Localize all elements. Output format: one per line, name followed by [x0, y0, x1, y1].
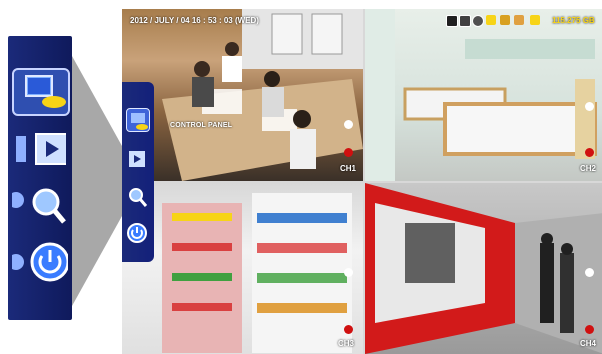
- hospital-scene: [365, 9, 597, 181]
- datetime-display: 2012 / JULY / 04 16 : 53 : 03 (WED): [130, 16, 259, 25]
- menu-control-panel-button[interactable]: [126, 108, 150, 132]
- zoom-search-button[interactable]: [8, 184, 66, 228]
- ch2-audio-icon: [585, 102, 594, 111]
- network-icon: [459, 15, 471, 27]
- channel-label-ch1: CH1: [340, 164, 357, 173]
- search-icon: [8, 188, 66, 224]
- control-panel-icon: [131, 113, 148, 130]
- user-icon: [514, 15, 524, 25]
- channel-label-ch2: CH2: [580, 164, 597, 173]
- ch3-record-icon: [344, 325, 353, 334]
- ch3-audio-icon: [344, 268, 353, 277]
- control-panel-icon: [25, 75, 66, 108]
- search-icon: [129, 188, 148, 207]
- zoomed-menu-panel: [8, 36, 72, 320]
- playback-icon: [16, 133, 69, 165]
- menu-power-button[interactable]: [126, 222, 148, 244]
- camera-tile-ch1[interactable]: [122, 9, 363, 181]
- channel-label-ch4: CH4: [580, 339, 597, 348]
- ch1-record-icon: [344, 148, 353, 157]
- hdd-free-space: 115.275 GB: [552, 16, 595, 25]
- control-menu-strip: [122, 82, 154, 262]
- power-icon: [127, 223, 147, 243]
- ch1-audio-icon: [344, 120, 353, 129]
- zoom-playback-button[interactable]: [12, 128, 69, 172]
- hdd-icon: [530, 15, 540, 25]
- record-icon: [446, 15, 458, 27]
- camera-tile-ch2[interactable]: [365, 9, 602, 181]
- gear-icon: [472, 15, 484, 27]
- ch4-record-icon: [585, 325, 594, 334]
- power-icon: [8, 242, 70, 282]
- camera-tile-ch4[interactable]: [365, 183, 602, 354]
- key-icon: [486, 15, 496, 25]
- zoom-callout-wedge: [72, 56, 122, 306]
- menu-playback-button[interactable]: [126, 148, 148, 170]
- store-scene: [162, 193, 352, 353]
- ch2-record-icon: [585, 148, 594, 157]
- office-scene: [162, 9, 363, 181]
- camera-tile-ch3[interactable]: [122, 183, 363, 354]
- lock-icon: [500, 15, 510, 25]
- channel-label-ch3: CH3: [338, 339, 355, 348]
- menu-search-button[interactable]: [126, 186, 148, 208]
- playback-icon: [129, 151, 145, 167]
- zoom-power-button[interactable]: [8, 238, 70, 288]
- ch4-audio-icon: [585, 268, 594, 277]
- train-scene: [365, 183, 602, 354]
- control-panel-tooltip: CONTROL PANEL: [170, 122, 233, 129]
- zoom-control-panel-button[interactable]: [12, 68, 70, 116]
- camera-grid: [122, 9, 602, 354]
